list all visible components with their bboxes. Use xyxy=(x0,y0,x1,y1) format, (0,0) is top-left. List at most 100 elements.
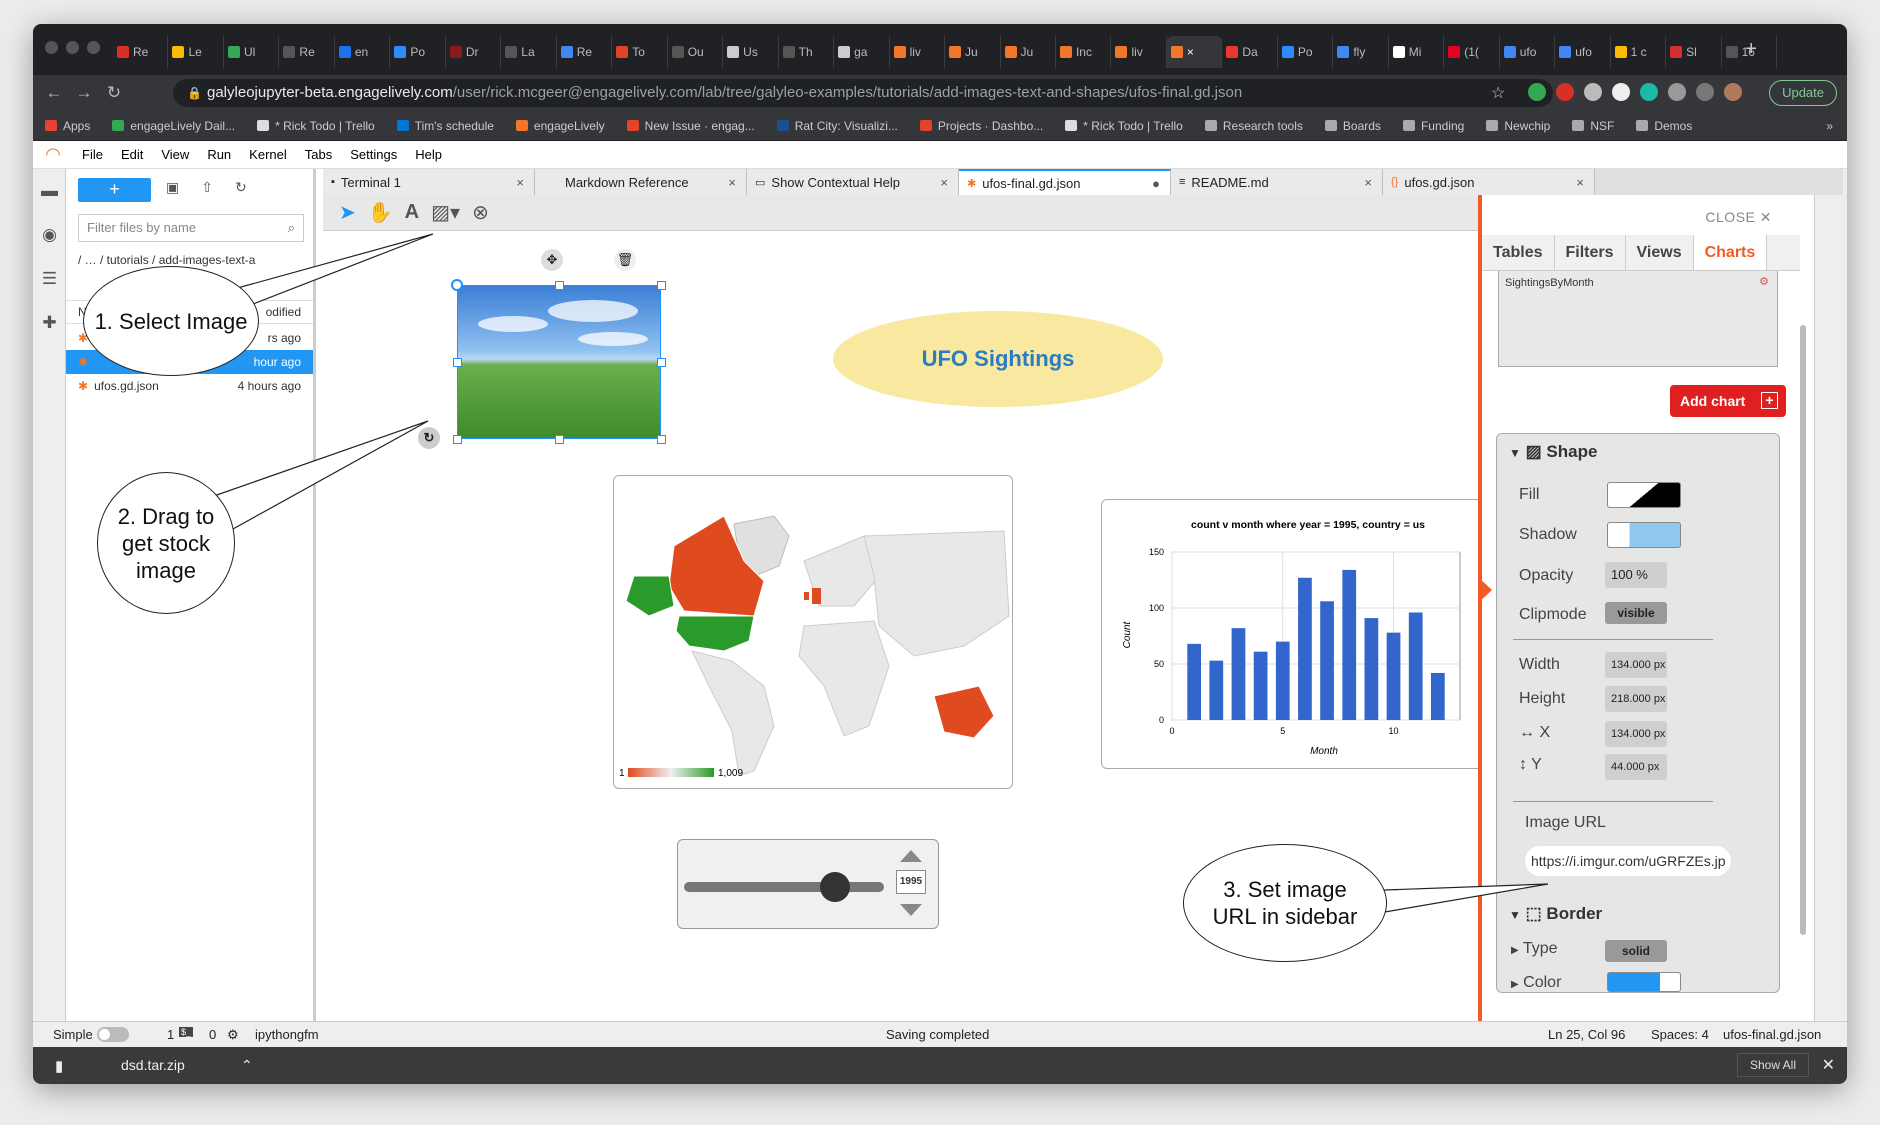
border-color-swatch[interactable] xyxy=(1607,972,1681,992)
new-tab-button[interactable]: + xyxy=(1745,38,1757,61)
bookmark-item[interactable]: engageLively Dail... xyxy=(112,119,235,133)
browser-tab[interactable]: Ju xyxy=(945,36,1001,68)
drive-extension-icon[interactable] xyxy=(1528,83,1546,101)
extension-manager-icon[interactable]: ✚ xyxy=(33,301,66,345)
doc-tab[interactable]: ✱ ufos-final.gd.json ● xyxy=(959,169,1171,195)
kernel-name[interactable]: ipythongfm xyxy=(255,1027,319,1042)
browser-tab[interactable]: Po xyxy=(390,36,446,68)
update-button[interactable]: Update xyxy=(1769,80,1837,106)
bookmark-item[interactable]: Apps xyxy=(45,119,90,133)
move-handle-icon[interactable]: ✥ xyxy=(541,249,563,271)
bar-month-7[interactable] xyxy=(1320,601,1334,720)
browser-tab[interactable]: fly xyxy=(1333,36,1389,68)
opacity-field[interactable]: 100 % xyxy=(1605,562,1667,588)
world-map-chart[interactable]: 1 1,009 xyxy=(613,475,1013,789)
sidebar-tab-tables[interactable]: Tables xyxy=(1482,235,1555,270)
hand-tool-icon[interactable]: ✋ xyxy=(368,200,393,225)
browser-tab[interactable]: To xyxy=(612,36,668,68)
close-tab-icon[interactable]: × xyxy=(940,175,948,190)
increment-arrow-icon[interactable] xyxy=(900,850,922,862)
decrement-arrow-icon[interactable] xyxy=(900,904,922,916)
browser-tab[interactable]: liv xyxy=(1111,36,1167,68)
height-field[interactable]: 218.000 px xyxy=(1605,686,1667,712)
sidebar-close-button[interactable]: CLOSE ✕ xyxy=(1705,209,1772,226)
breadcrumb[interactable]: / … / tutorials / add-images-text-a xyxy=(78,252,304,268)
doc-tab[interactable]: ▪ Terminal 1 × xyxy=(323,169,535,195)
browser-tab[interactable]: ga xyxy=(834,36,890,68)
bar-chart-card[interactable]: count v month where year = 1995, country… xyxy=(1101,499,1518,769)
bar-month-5[interactable] xyxy=(1275,641,1290,720)
border-type-dropdown[interactable]: solid xyxy=(1605,940,1667,962)
close-downloads-icon[interactable]: ✕ xyxy=(1822,1055,1835,1075)
add-chart-button[interactable]: Add chart + xyxy=(1670,385,1786,417)
shadow-swatch[interactable] xyxy=(1607,522,1681,548)
puzzle-icon[interactable] xyxy=(1696,83,1714,101)
chart-settings-icon[interactable]: ⚙ xyxy=(1759,275,1769,288)
sidebar-toggle-arrow[interactable] xyxy=(1478,577,1492,603)
bar-month-11[interactable] xyxy=(1408,612,1423,720)
browser-tab[interactable]: 1 c xyxy=(1611,36,1667,68)
forward-icon[interactable]: → xyxy=(69,83,99,103)
browser-tab[interactable]: Po xyxy=(1278,36,1334,68)
sidebar-scrollbar[interactable] xyxy=(1800,325,1806,935)
close-window-button[interactable] xyxy=(45,41,58,54)
resize-handle[interactable] xyxy=(555,281,564,290)
browser-tab[interactable]: en xyxy=(335,36,391,68)
menu-file[interactable]: File xyxy=(73,147,112,162)
browser-tab[interactable]: Re xyxy=(113,36,169,68)
toc-icon[interactable]: ☰ xyxy=(33,257,66,301)
back-icon[interactable]: ← xyxy=(39,83,69,103)
chart-list-item[interactable]: SightingsByMonth xyxy=(1505,277,1594,289)
doc-tab[interactable]: {} ufos.gd.json × xyxy=(1383,169,1595,195)
doc-tab[interactable]: ≡ README.md × xyxy=(1171,169,1383,195)
x-field[interactable]: 134.000 px xyxy=(1605,721,1667,747)
extension-icon[interactable] xyxy=(1584,83,1602,101)
rotate-icon[interactable]: ↻ xyxy=(418,427,440,449)
browser-tab[interactable]: × xyxy=(1166,36,1223,68)
sidebar-tab-charts[interactable]: Charts xyxy=(1693,235,1768,270)
browser-tab[interactable]: Ou xyxy=(668,36,724,68)
bookmark-item[interactable]: Newchip xyxy=(1486,119,1550,133)
bookmark-item[interactable]: * Rick Todo | Trello xyxy=(257,119,375,133)
bar-month-10[interactable] xyxy=(1386,632,1401,720)
browser-tab[interactable]: Da xyxy=(1222,36,1278,68)
resize-handle[interactable] xyxy=(453,435,462,444)
cursor-position[interactable]: Ln 25, Col 96 xyxy=(1548,1027,1625,1042)
more-bookmarks-icon[interactable]: » xyxy=(1826,119,1833,133)
bookmark-item[interactable]: Funding xyxy=(1402,119,1464,133)
folder-icon[interactable]: ▬ xyxy=(33,169,66,213)
refresh-icon[interactable]: ↻ xyxy=(235,179,247,196)
title-ellipse[interactable]: UFO Sightings xyxy=(833,311,1163,407)
bar-month-12[interactable] xyxy=(1430,672,1445,720)
menu-kernel[interactable]: Kernel xyxy=(240,147,296,162)
browser-tab[interactable]: ufo xyxy=(1555,36,1611,68)
bar-month-1[interactable] xyxy=(1187,643,1202,720)
minimize-window-button[interactable] xyxy=(66,41,79,54)
indent-spaces[interactable]: Spaces: 4 xyxy=(1651,1027,1709,1042)
browser-tab[interactable]: Dr xyxy=(446,36,502,68)
browser-tab[interactable]: La xyxy=(501,36,557,68)
simple-mode-toggle[interactable] xyxy=(97,1027,129,1042)
select-tool-icon[interactable]: ➤ xyxy=(339,200,356,225)
url-field[interactable]: 🔒 galyleojupyter-beta.engagelively.com/u… xyxy=(173,79,1553,107)
resize-handle[interactable] xyxy=(555,435,564,444)
bookmark-item[interactable]: Projects · Dashbo... xyxy=(919,119,1043,133)
extension-icon[interactable] xyxy=(1556,83,1574,101)
extension-icon[interactable] xyxy=(1612,83,1630,101)
shape-tool-icon[interactable]: ⊗ xyxy=(472,200,489,225)
menu-settings[interactable]: Settings xyxy=(341,147,406,162)
browser-tab[interactable]: Inc xyxy=(1056,36,1112,68)
new-folder-icon[interactable]: ▣ xyxy=(166,179,179,196)
browser-tab[interactable]: Re xyxy=(279,36,335,68)
upload-icon[interactable]: ⇧ xyxy=(201,179,213,196)
bar-month-4[interactable] xyxy=(1253,651,1268,720)
resize-handle[interactable] xyxy=(657,358,666,367)
close-tab-icon[interactable]: × xyxy=(1364,175,1372,190)
terminal-count[interactable]: 1 xyxy=(167,1027,174,1042)
bar-month-8[interactable] xyxy=(1342,569,1357,720)
bookmark-item[interactable]: NSF xyxy=(1572,119,1614,133)
menu-help[interactable]: Help xyxy=(406,147,451,162)
browser-tab[interactable]: Sl xyxy=(1666,36,1722,68)
browser-tab[interactable]: Th xyxy=(779,36,835,68)
text-tool-icon[interactable]: A xyxy=(405,201,419,224)
